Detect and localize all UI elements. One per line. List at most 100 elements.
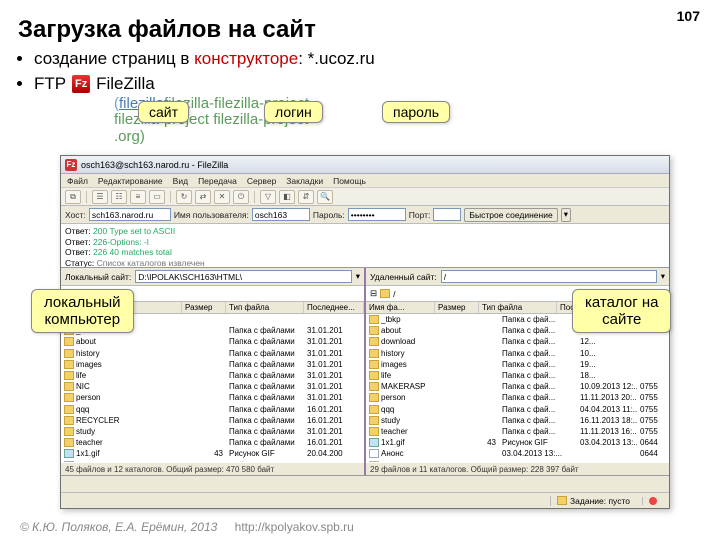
table-row[interactable]: Анонс03.04.2013 13:...0644	[366, 448, 669, 459]
copyright: © К.Ю. Поляков, Е.А. Ерёмин, 2013	[20, 520, 217, 534]
local-path-label: Локальный сайт:	[65, 272, 131, 282]
local-path-input[interactable]	[135, 270, 351, 283]
table-row[interactable]: teacherПапка с фай...11.11.2013 16:...07…	[366, 426, 669, 437]
window-titlebar: Fz osch163@sch163.narod.ru - FileZilla	[61, 156, 669, 174]
local-file-list[interactable]: .._tПапка с файлами31.01.201aboutПапка с…	[61, 314, 364, 462]
dropdown-icon[interactable]: ▾	[356, 271, 360, 282]
table-row[interactable]: 1x1.gif43Рисунок GIF03.04.2013 13:...064…	[366, 437, 669, 448]
folder-icon	[64, 337, 74, 346]
pass-label: Пароль:	[313, 210, 345, 220]
filezilla-logo-icon: Fz	[72, 75, 90, 93]
tb-toggle1-icon[interactable]: ☰	[92, 190, 108, 204]
tb-toggle3-icon[interactable]: ≡	[130, 190, 146, 204]
b2-app: FileZilla	[96, 73, 155, 96]
queue-text: Задание: пусто	[570, 496, 630, 506]
table-row[interactable]: teacherПапка с файлами16.01.201	[61, 437, 364, 448]
remote-file-list[interactable]: _tbkpПапка с фай...04.04.2013 16:...abou…	[366, 314, 669, 462]
tb-toggle2-icon[interactable]: ☷	[111, 190, 127, 204]
table-row[interactable]: aboutПапка с файлами31.01.201	[61, 336, 364, 347]
menu-bookmarks[interactable]: Закладки	[286, 176, 323, 186]
table-row[interactable]: imagesПапка с файлами31.01.201	[61, 359, 364, 370]
table-row[interactable]: imagesПапка с фай...19...	[366, 359, 669, 370]
local-status: 45 файлов и 12 каталогов. Общий размер: …	[61, 462, 364, 475]
table-row[interactable]: NICПапка с файлами31.01.201	[61, 381, 364, 392]
folder-icon	[64, 360, 74, 369]
table-row[interactable]: historyПапка с фай...10...	[366, 348, 669, 359]
quickconnect-dropdown[interactable]: ▾	[561, 208, 571, 222]
tb-sep	[86, 191, 87, 203]
bullet-2: FTP Fz FileZilla (filezillafilezilla-fil…	[34, 73, 720, 145]
table-row[interactable]: studyПапка с файлами31.01.201	[61, 426, 364, 437]
remote-status: 29 файлов и 11 каталогов. Общий размер: …	[366, 462, 669, 475]
toolbar: ⧉ ☰ ☷ ≡ ▭ ↻ ⇄ ✕ ⏻ ▽ ◧ ⇵ 🔍	[61, 188, 669, 206]
table-row[interactable]: lifeПапка с фай...18...	[366, 370, 669, 381]
folder-icon	[380, 289, 390, 298]
footer-url: http://kpolyakov.spb.ru	[235, 520, 354, 534]
tb-cancel-icon[interactable]: ✕	[214, 190, 230, 204]
user-input[interactable]	[252, 208, 310, 221]
menu-transfer[interactable]: Передача	[198, 176, 237, 186]
tb-compare-icon[interactable]: ◧	[279, 190, 295, 204]
tb-filter-icon[interactable]: ▽	[260, 190, 276, 204]
bullet-1: создание страниц в конструкторе: *.ucoz.…	[34, 48, 720, 71]
folder-icon	[64, 438, 74, 447]
callout-password: пароль	[382, 101, 450, 123]
table-row[interactable]: studyПапка с фай...16.11.2013 18:...0755	[366, 415, 669, 426]
menubar[interactable]: Файл Редактирование Вид Передача Сервер …	[61, 174, 669, 188]
gif-icon	[369, 438, 379, 447]
menu-help[interactable]: Помощь	[333, 176, 366, 186]
menu-file[interactable]: Файл	[67, 176, 88, 186]
remote-tree-node[interactable]: /	[393, 289, 395, 299]
queue-icon	[557, 496, 567, 505]
quickconnect-bar: Хост: Имя пользователя: Пароль: Порт: Бы…	[61, 206, 669, 224]
menu-server[interactable]: Сервер	[247, 176, 276, 186]
menu-edit[interactable]: Редактирование	[98, 176, 163, 186]
remote-path-input[interactable]	[441, 270, 657, 283]
slide-title: Загрузка файлов на сайт	[0, 0, 720, 48]
app-statusbar: Задание: пусто	[61, 492, 669, 508]
b1-keyword: конструкторе	[194, 49, 298, 68]
folder-icon	[369, 427, 379, 436]
pass-input[interactable]	[348, 208, 406, 221]
folder-icon	[369, 360, 379, 369]
callout-local: локальный компьютер	[31, 289, 134, 333]
folder-icon	[64, 427, 74, 436]
tb-toggle4-icon[interactable]: ▭	[149, 190, 165, 204]
table-row[interactable]: personПапка с файлами31.01.201	[61, 392, 364, 403]
menu-view[interactable]: Вид	[173, 176, 188, 186]
dropdown-icon[interactable]: ▾	[661, 271, 665, 282]
table-row[interactable]: RECYCLERПапка с файлами16.01.201	[61, 415, 364, 426]
table-row[interactable]: personПапка с фай...11.11.2013 20:...075…	[366, 392, 669, 403]
folder-icon	[369, 349, 379, 358]
tb-refresh-icon[interactable]: ↻	[176, 190, 192, 204]
bullet-list: создание страниц в конструкторе: *.ucoz.…	[0, 48, 720, 145]
table-row[interactable]: lifeПапка с файлами31.01.201	[61, 370, 364, 381]
callout-remote: каталог на сайте	[572, 289, 671, 333]
tb-process-icon[interactable]: ⇄	[195, 190, 211, 204]
table-row[interactable]: qqqПапка с фай...04.04.2013 11:...0755	[366, 404, 669, 415]
file-icon	[369, 449, 379, 458]
folder-icon	[64, 349, 74, 358]
table-row[interactable]: 1x1.gif43Рисунок GIF20.04.200	[61, 448, 364, 459]
folder-icon	[369, 405, 379, 414]
callout-login: логин	[264, 101, 323, 123]
slide-footer: © К.Ю. Поляков, Е.А. Ерёмин, 2013 http:/…	[20, 520, 354, 534]
table-row[interactable]: MAKERASPПапка с фай...10.09.2013 12:...0…	[366, 381, 669, 392]
quickconnect-button[interactable]: Быстрое соединение	[464, 208, 557, 222]
tb-sitemanager-icon[interactable]: ⧉	[65, 190, 81, 204]
host-input[interactable]	[89, 208, 171, 221]
table-row[interactable]: downloadПапка с фай...12...	[366, 336, 669, 347]
table-row[interactable]: qqqПапка с файлами16.01.201	[61, 404, 364, 415]
tb-disconnect-icon[interactable]: ⏻	[233, 190, 249, 204]
b1-pre: создание страниц в	[34, 49, 194, 68]
tb-search-icon[interactable]: 🔍	[317, 190, 333, 204]
port-input[interactable]	[433, 208, 461, 221]
b2-ftp: FTP	[34, 73, 66, 96]
folder-icon	[64, 405, 74, 414]
link-end: .org)	[114, 128, 145, 145]
port-label: Порт:	[409, 210, 431, 220]
table-row[interactable]: historyПапка с файлами31.01.201	[61, 348, 364, 359]
tb-sync-icon[interactable]: ⇵	[298, 190, 314, 204]
folder-icon	[369, 371, 379, 380]
page-number: 107	[677, 8, 700, 24]
